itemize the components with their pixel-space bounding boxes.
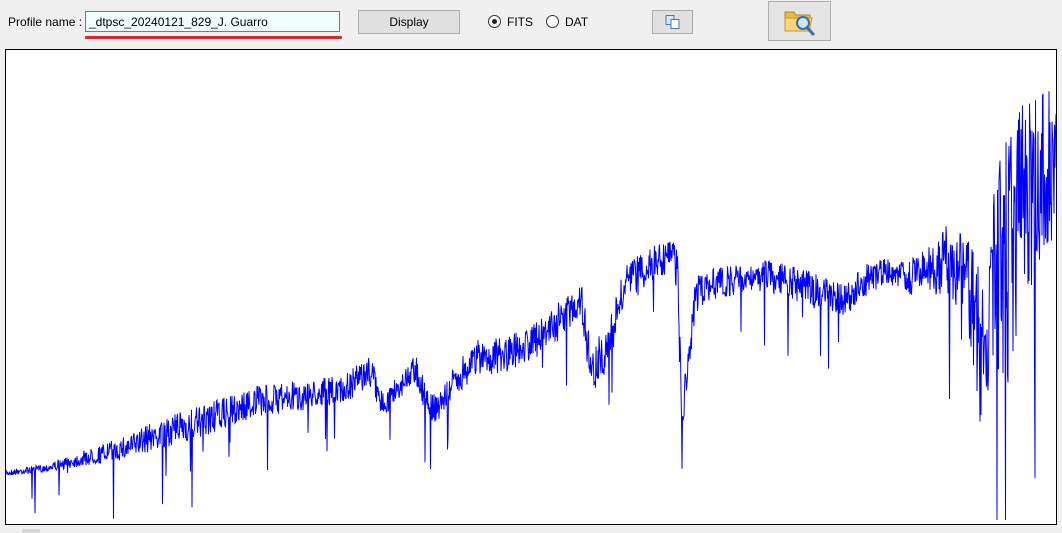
profile-name-input[interactable] xyxy=(85,11,340,32)
fits-radio-label[interactable]: FITS xyxy=(507,15,533,29)
profile-name-label: Profile name : xyxy=(8,15,83,29)
folder-search-icon xyxy=(784,11,815,36)
spectrum-line xyxy=(6,91,1056,521)
copy-button[interactable] xyxy=(652,10,693,34)
open-folder-button[interactable] xyxy=(768,1,831,41)
dat-radio-label[interactable]: DAT xyxy=(565,15,588,29)
spectrum-chart xyxy=(6,91,1056,521)
fits-radio[interactable] xyxy=(488,15,501,28)
display-button[interactable]: Display xyxy=(358,10,460,34)
profile-underline xyxy=(85,36,342,39)
toolbar: Profile name : Display FITS DAT xyxy=(0,0,1062,46)
spectrum-plot xyxy=(5,49,1057,525)
scrollbar-handle[interactable] xyxy=(22,529,40,533)
copy-icon xyxy=(665,15,680,29)
dat-radio[interactable] xyxy=(546,15,559,28)
